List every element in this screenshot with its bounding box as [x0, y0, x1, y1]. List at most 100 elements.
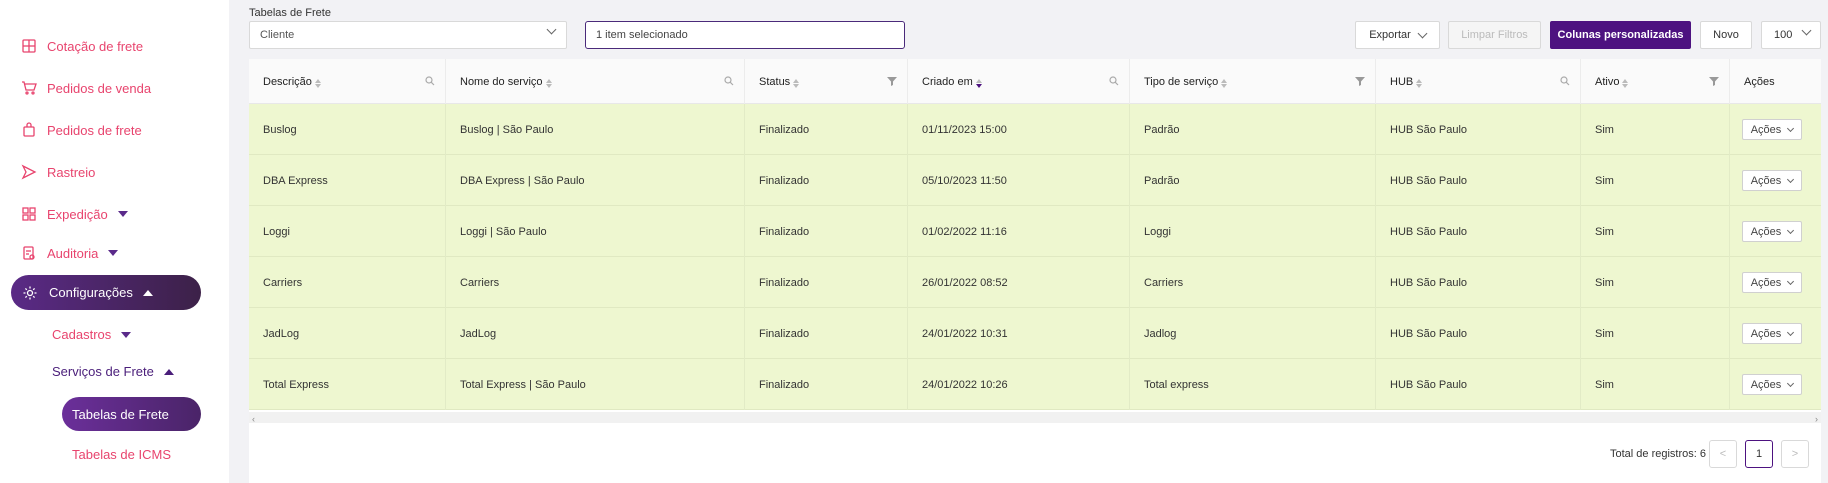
export-button[interactable]: Exportar: [1355, 21, 1440, 49]
table-row: Loggi Loggi | São Paulo Finalizado 01/02/20…: [249, 206, 1821, 257]
cell-text: HUB São Paulo: [1390, 123, 1468, 136]
chevron-down-icon: [117, 211, 128, 217]
cell-hub: HUB São Paulo: [1376, 257, 1581, 308]
sidebar-item-pedidos-venda[interactable]: Pedidos de venda: [20, 79, 151, 97]
actions-dropdown-button[interactable]: Ações: [1742, 374, 1802, 395]
actions-label: Ações: [1750, 174, 1782, 187]
cell-hub: HUB São Paulo: [1376, 206, 1581, 257]
column-header-ativo[interactable]: Ativo: [1581, 59, 1730, 104]
cell-criado-em: 01/11/2023 15:00: [908, 104, 1130, 155]
cell-nome-servico: Buslog | São Paulo: [446, 104, 745, 155]
page-size-select[interactable]: 100: [1761, 21, 1821, 49]
actions-dropdown-button[interactable]: Ações: [1742, 119, 1802, 140]
sort-icon[interactable]: [545, 79, 552, 88]
client-select[interactable]: Cliente: [249, 21, 567, 49]
column-header-hub[interactable]: HUB: [1376, 59, 1581, 104]
sort-icon[interactable]: [1221, 79, 1228, 88]
column-header-tipo-servico[interactable]: Tipo de serviço: [1130, 59, 1376, 104]
actions-dropdown-button[interactable]: Ações: [1742, 170, 1802, 191]
prev-page-button[interactable]: <: [1709, 440, 1737, 468]
actions-dropdown-button[interactable]: Ações: [1742, 221, 1802, 242]
sort-icon[interactable]: [1622, 79, 1629, 88]
cell-text: Finalizado: [759, 225, 810, 238]
sidebar-item-label: Tabelas de ICMS: [72, 447, 171, 462]
bag-icon: [20, 121, 38, 139]
cell-tipo-servico: Padrão: [1130, 155, 1376, 206]
sidebar-item-configuracoes[interactable]: Configurações: [11, 275, 201, 310]
cell-criado-em: 26/01/2022 08:52: [908, 257, 1130, 308]
chevron-left-icon[interactable]: ‹: [252, 414, 255, 424]
cell-text: Sim: [1595, 276, 1614, 289]
sidebar-item-rastreio[interactable]: Rastreio: [20, 163, 95, 181]
cell-text: 24/01/2022 10:31: [922, 327, 1008, 340]
sidebar-item-pedidos-frete[interactable]: Pedidos de frete: [20, 121, 142, 139]
cell-descricao: Loggi: [249, 206, 446, 257]
sort-icon[interactable]: [1416, 79, 1423, 88]
sidebar-item-label: Configurações: [49, 285, 133, 300]
column-label: Criado em: [922, 75, 973, 88]
table-header: Descrição Nome do serviço Status Criado …: [249, 59, 1821, 104]
cell-text: Sim: [1595, 225, 1614, 238]
cell-hub: HUB São Paulo: [1376, 308, 1581, 359]
chevron-left-icon: <: [1719, 448, 1727, 460]
search-icon[interactable]: [1560, 76, 1570, 89]
next-page-button[interactable]: >: [1781, 440, 1809, 468]
table-row: DBA Express DBA Express | São Paulo Finali…: [249, 155, 1821, 206]
column-label: HUB: [1390, 75, 1414, 88]
audit-icon: [20, 244, 38, 262]
actions-label: Ações: [1750, 276, 1782, 289]
cell-descricao: Carriers: [249, 257, 446, 308]
actions-dropdown-button[interactable]: Ações: [1742, 323, 1802, 344]
cell-ativo: Sim: [1581, 206, 1730, 257]
chevron-down-icon: [1787, 328, 1795, 336]
multi-select-input[interactable]: 1 item selecionado: [585, 21, 905, 49]
horizontal-scrollbar[interactable]: ‹ ›: [249, 412, 1821, 424]
cell-acoes: Ações: [1730, 257, 1821, 308]
cell-text: HUB São Paulo: [1390, 225, 1468, 238]
sidebar-item-expedicao[interactable]: Expedição: [20, 205, 128, 223]
search-icon[interactable]: [1109, 76, 1119, 89]
sidebar-item-cadastros[interactable]: Cadastros: [52, 327, 132, 342]
clear-filters-button[interactable]: Limpar Filtros: [1448, 21, 1541, 49]
filter-icon[interactable]: [887, 76, 897, 89]
clear-filters-label: Limpar Filtros: [1461, 29, 1528, 41]
cell-descricao: Total Express: [249, 359, 446, 410]
sort-icon[interactable]: [975, 79, 982, 88]
custom-columns-button[interactable]: Colunas personalizadas: [1550, 21, 1691, 49]
gear-icon: [22, 284, 40, 302]
chevron-right-icon[interactable]: ›: [1815, 414, 1818, 424]
sidebar-item-label: Rastreio: [47, 164, 96, 180]
cell-acoes: Ações: [1730, 359, 1821, 410]
sidebar-item-tabelas-frete[interactable]: Tabelas de Frete: [62, 397, 201, 431]
search-icon[interactable]: [724, 76, 734, 89]
cell-text: Finalizado: [759, 327, 810, 340]
cell-text: 01/02/2022 11:16: [922, 225, 1007, 238]
column-header-status[interactable]: Status: [745, 59, 908, 104]
filter-icon[interactable]: [1709, 76, 1719, 89]
column-label: Descrição: [263, 75, 312, 88]
column-header-acoes: Ações: [1730, 59, 1821, 104]
sidebar-item-servicos-frete[interactable]: Serviços de Frete: [52, 364, 174, 379]
cell-status: Finalizado: [745, 359, 908, 410]
column-header-nome-servico[interactable]: Nome do serviço: [446, 59, 745, 104]
cell-text: Finalizado: [759, 276, 810, 289]
chevron-down-icon: [1417, 28, 1428, 38]
column-header-descricao[interactable]: Descrição: [249, 59, 446, 104]
actions-dropdown-button[interactable]: Ações: [1742, 272, 1802, 293]
sidebar-item-tabelas-icms[interactable]: Tabelas de ICMS: [72, 447, 171, 462]
cell-descricao: Buslog: [249, 104, 446, 155]
cell-text: HUB São Paulo: [1390, 174, 1468, 187]
column-header-criado-em[interactable]: Criado em: [908, 59, 1130, 104]
cell-text: 05/10/2023 11:50: [922, 174, 1007, 187]
sort-icon[interactable]: [314, 79, 321, 88]
sidebar-item-auditoria[interactable]: Auditoria: [20, 244, 119, 262]
sidebar-item-cotacao[interactable]: Cotação de frete: [20, 37, 143, 55]
filter-icon[interactable]: [1355, 76, 1365, 89]
search-icon[interactable]: [425, 76, 435, 89]
cell-text: Sim: [1595, 327, 1614, 340]
new-button[interactable]: Novo: [1700, 21, 1752, 49]
column-label: Ativo: [1595, 75, 1620, 88]
sort-icon[interactable]: [793, 79, 800, 88]
page-number-button[interactable]: 1: [1745, 440, 1773, 468]
cell-acoes: Ações: [1730, 308, 1821, 359]
